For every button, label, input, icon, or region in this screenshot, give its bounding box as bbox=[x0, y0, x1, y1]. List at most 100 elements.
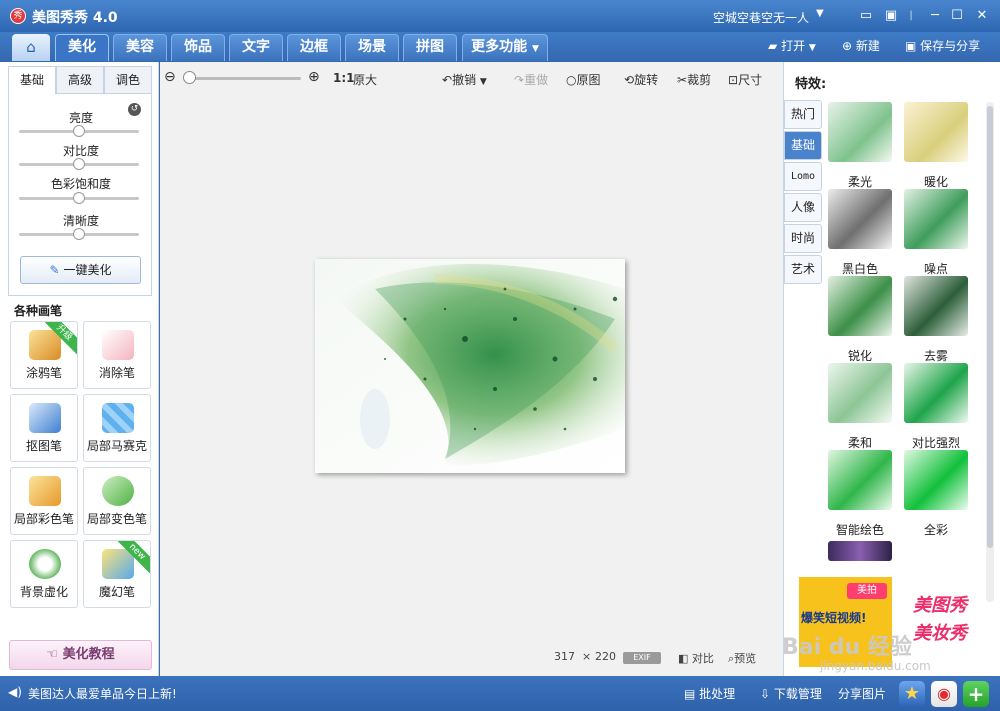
exif-button[interactable]: EXIF bbox=[623, 652, 661, 664]
brush-doodle[interactable]: 升级 涂鸦笔 bbox=[10, 321, 78, 389]
tab-scene[interactable]: 场景 bbox=[345, 34, 399, 61]
tab-more[interactable]: 更多功能 ▼ bbox=[462, 34, 548, 61]
effect-black-white[interactable] bbox=[828, 189, 892, 249]
maximize-icon[interactable]: ☐ bbox=[946, 6, 968, 26]
tab-text[interactable]: 文字 bbox=[229, 34, 283, 61]
actual-size-button[interactable]: 1:1 bbox=[333, 71, 355, 85]
brush-magic[interactable]: new 魔幻笔 bbox=[83, 540, 151, 608]
tab-border[interactable]: 边框 bbox=[287, 34, 341, 61]
news-link[interactable]: 美图达人最爱单品今日上新! bbox=[28, 685, 177, 702]
effect-dehaze[interactable] bbox=[904, 276, 968, 336]
undo-button[interactable]: ↶撤销 ▼ bbox=[442, 71, 487, 88]
brush-label: 局部马赛克 bbox=[86, 439, 147, 453]
redo-button[interactable]: ↷重做 bbox=[514, 71, 548, 88]
tutorial-button[interactable]: ☜ 美化教程 bbox=[9, 640, 152, 670]
status-bar: ◀) 美图达人最爱单品今日上新! ▤ 批处理 ⇩ 下载管理 分享图片 ★ ◉ + bbox=[0, 676, 1000, 711]
zoom-knob[interactable] bbox=[183, 71, 196, 84]
skin-icon[interactable]: ▣ bbox=[880, 6, 902, 26]
zoom-in-icon[interactable]: ⊕ bbox=[308, 69, 320, 85]
share-button[interactable]: 分享图片 bbox=[838, 685, 886, 702]
effect-label: 对比强烈 bbox=[911, 436, 960, 450]
effect-soft[interactable] bbox=[828, 363, 892, 423]
brush-eraser[interactable]: 消除笔 bbox=[83, 321, 151, 389]
open-button[interactable]: ▰ 打开 ▼ bbox=[768, 37, 816, 54]
close-icon[interactable]: ✕ bbox=[971, 6, 993, 26]
user-name[interactable]: 空城空巷空无一人 bbox=[713, 9, 809, 26]
effect-high-contrast[interactable] bbox=[904, 363, 968, 423]
contrast-slider[interactable] bbox=[19, 158, 139, 170]
compare-label: 对比 bbox=[691, 652, 714, 665]
batch-button[interactable]: ▤ 批处理 bbox=[684, 685, 735, 702]
category-art[interactable]: 艺术 bbox=[784, 255, 822, 284]
category-basic[interactable]: 基础 bbox=[784, 131, 822, 160]
effect-noise[interactable] bbox=[904, 189, 968, 249]
brush-background-blur[interactable]: 背景虚化 bbox=[10, 540, 78, 608]
home-button[interactable]: ⌂ bbox=[12, 34, 50, 61]
weibo-icon[interactable]: ◉ bbox=[931, 681, 957, 707]
category-popular[interactable]: 热门 bbox=[784, 100, 822, 129]
tutorial-label: 美化教程 bbox=[62, 647, 115, 662]
resize-button[interactable]: ⊡尺寸 bbox=[728, 71, 762, 88]
compare-button[interactable]: ◧ 对比 bbox=[678, 650, 714, 666]
category-lomo[interactable]: Lomo bbox=[784, 162, 822, 191]
minimize-icon[interactable]: ─ bbox=[924, 6, 946, 26]
save-button[interactable]: ▣ 保存与分享 bbox=[905, 37, 980, 54]
effect-soft-light[interactable] bbox=[828, 102, 892, 162]
redo-icon: ↷ bbox=[514, 73, 525, 87]
effect-label: 智能绘色 bbox=[835, 523, 884, 537]
effect-full-color[interactable] bbox=[904, 450, 968, 510]
one-click-beautify-button[interactable]: ✎ 一键美化 bbox=[20, 256, 141, 284]
slider-knob[interactable] bbox=[73, 228, 85, 240]
rotate-button[interactable]: ⟲旋转 bbox=[624, 71, 658, 88]
subtab-basic[interactable]: 基础 bbox=[8, 66, 56, 94]
new-label: 新建 bbox=[855, 39, 880, 53]
undo-icon: ↶ bbox=[442, 73, 453, 87]
tab-accessories[interactable]: 饰品 bbox=[171, 34, 225, 61]
brush-label: 局部彩色笔 bbox=[13, 512, 74, 526]
canvas-area: ⊖ ⊕ 1:1 原大 ↶撤销 ▼ ↷重做 ○原图 ⟲旋转 ✂裁剪 ⊡尺寸 317… bbox=[160, 62, 783, 676]
brush-local-color[interactable]: 局部彩色笔 bbox=[10, 467, 78, 535]
brush-cutout[interactable]: 抠图笔 bbox=[10, 394, 78, 462]
slider-knob[interactable] bbox=[73, 192, 85, 204]
tab-beautify[interactable]: 美化 bbox=[55, 34, 109, 61]
effect-label: 柔光 bbox=[847, 175, 872, 189]
resize-label: 尺寸 bbox=[738, 73, 763, 87]
brush-mosaic[interactable]: 局部马赛克 bbox=[83, 394, 151, 462]
brightness-slider[interactable] bbox=[19, 125, 139, 137]
zoom-out-icon[interactable]: ⊖ bbox=[164, 69, 176, 85]
subtab-color[interactable]: 调色 bbox=[104, 66, 152, 94]
saturation-slider[interactable] bbox=[19, 192, 139, 204]
plus-icon[interactable]: + bbox=[963, 681, 989, 707]
ad-video-text: 爆笑短视频! bbox=[801, 611, 867, 625]
effects-title: 特效: bbox=[795, 77, 827, 92]
original-button[interactable]: ○原图 bbox=[566, 71, 601, 88]
title-bar: 秀 美图秀秀 4.0 空城空巷空无一人 ▼ ▭ ▣ | ─ ☐ ✕ bbox=[0, 0, 1000, 32]
sharpness-slider[interactable] bbox=[19, 228, 139, 240]
star-icon[interactable]: ★ bbox=[899, 681, 925, 707]
preview-button[interactable]: ⌕预览 bbox=[728, 650, 756, 666]
original-size-label[interactable]: 原大 bbox=[353, 71, 377, 88]
subtab-advanced[interactable]: 高级 bbox=[56, 66, 104, 94]
download-button[interactable]: ⇩ 下载管理 bbox=[760, 685, 822, 702]
tab-face[interactable]: 美容 bbox=[113, 34, 167, 61]
new-button[interactable]: ⊕ 新建 bbox=[842, 37, 880, 54]
category-portrait[interactable]: 人像 bbox=[784, 193, 822, 222]
category-fashion[interactable]: 时尚 bbox=[784, 224, 822, 253]
effect-sharpen[interactable] bbox=[828, 276, 892, 336]
zoom-slider[interactable] bbox=[185, 77, 301, 80]
brush-change-color[interactable]: 局部变色笔 bbox=[83, 467, 151, 535]
adjust-panel: ↺ 亮度 对比度 色彩饱和度 清晰度 ✎ 一键美化 bbox=[8, 93, 152, 296]
slider-knob[interactable] bbox=[73, 125, 85, 137]
effect-next-row[interactable] bbox=[828, 541, 892, 561]
chevron-down-icon[interactable]: ▼ bbox=[816, 8, 824, 19]
chat-icon[interactable]: ▭ bbox=[855, 6, 877, 26]
slider-knob[interactable] bbox=[73, 158, 85, 170]
scrollbar-thumb[interactable] bbox=[987, 106, 993, 548]
badge-upgrade: 升级 bbox=[45, 322, 77, 354]
effect-warm[interactable] bbox=[904, 102, 968, 162]
watermark-url: jingyan.baidu.com bbox=[820, 659, 931, 673]
tab-collage[interactable]: 拼图 bbox=[403, 34, 457, 61]
crop-button[interactable]: ✂裁剪 bbox=[677, 71, 711, 88]
effect-smart-color[interactable] bbox=[828, 450, 892, 510]
photo-image[interactable] bbox=[315, 259, 625, 473]
